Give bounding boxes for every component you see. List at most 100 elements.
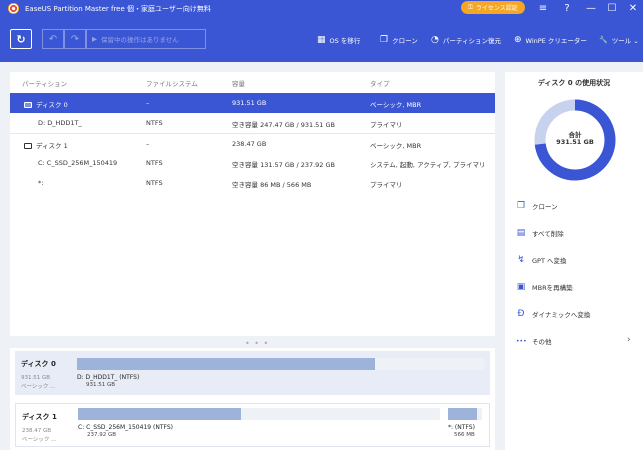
disk-type: ベーシック ...: [21, 384, 56, 390]
disk-size: 931.51 GB: [21, 375, 51, 381]
row-name: C: C_SSD_256M_150419: [38, 159, 118, 167]
row-capacity: 238.47 GB: [232, 140, 267, 148]
row-type: ベーシック, MBR: [370, 142, 422, 150]
undo-button[interactable]: ↶: [42, 29, 64, 49]
row-name: D: D_HDD1T_: [38, 119, 82, 127]
pie-icon: ◔: [431, 34, 439, 45]
column-header-partition[interactable]: パーティション: [22, 78, 67, 88]
partition-table: パーティション ファイルシステム 容量 タイプ ディスク 0 – 931.51 …: [10, 72, 495, 336]
side-action-more[interactable]: ••• その他: [516, 335, 552, 347]
row-filesystem: NTFS: [146, 159, 163, 167]
clone-icon: ❐: [380, 34, 389, 45]
partition-used-fill: [448, 408, 477, 420]
table-row-partition-d[interactable]: D: D_HDD1T_ NTFS 空き容量 247.47 GB / 931.51…: [10, 113, 495, 133]
more-icon: •••: [516, 337, 527, 345]
tools-dropdown[interactable]: 🔧 ツール ⌄: [599, 33, 639, 46]
partition-label: C: C_SSD_256M_150419 (NTFS): [78, 424, 173, 431]
convert-icon: ↯: [517, 255, 525, 265]
table-header: パーティション ファイルシステム 容量 タイプ: [10, 72, 495, 92]
winpe-creator-button[interactable]: ⊕ WinPE クリエーター: [514, 33, 587, 46]
clone-label: クローン: [392, 36, 418, 45]
help-icon[interactable]: ?: [558, 0, 576, 17]
disk-type: ベーシック ...: [22, 437, 57, 443]
row-filesystem: –: [146, 99, 150, 107]
chevron-right-icon[interactable]: ›: [627, 335, 631, 345]
partition-bar-d[interactable]: [77, 358, 485, 370]
redo-icon: ↷: [70, 33, 80, 45]
tools-label: ツール ⌄: [611, 36, 639, 45]
side-action-delete-all[interactable]: ▤ すべて削除: [516, 227, 564, 239]
partition-size: 237.92 GB: [87, 432, 117, 438]
disk-map-disk-1[interactable]: ディスク 1 238.47 GB ベーシック ... C: C_SSD_256M…: [15, 403, 490, 447]
column-header-filesystem[interactable]: ファイルシステム: [146, 78, 198, 88]
row-name: ディスク 1: [24, 140, 68, 150]
close-icon[interactable]: ✕: [624, 0, 642, 17]
column-header-capacity[interactable]: 容量: [232, 78, 245, 88]
clone-icon: ❐: [516, 201, 526, 211]
partition-recovery-label: パーティション復元: [442, 36, 501, 45]
undo-icon: ↶: [48, 33, 58, 45]
dynamic-disk-icon: Ð: [517, 309, 525, 319]
app-logo-icon: [8, 3, 19, 14]
license-label: ライセンス認証: [475, 5, 518, 12]
migrate-os-button[interactable]: ▦ OS を移行: [317, 33, 360, 46]
refresh-button[interactable]: ↻: [10, 29, 32, 49]
side-panel: ディスク 0 の使用状況 合計 931.51 GB ❐ クローン ▤ すべて削除…: [505, 72, 643, 450]
disk-map-disk-0[interactable]: ディスク 0 931.51 GB ベーシック ... D: D_HDD1T_ (…: [15, 351, 490, 395]
partition-used-fill: [77, 358, 375, 370]
disc-icon: ⊕: [514, 34, 522, 45]
partition-label: *: (NTFS): [448, 424, 475, 431]
migrate-os-label: OS を移行: [329, 36, 361, 45]
partition-recovery-button[interactable]: ◔ パーティション復元: [431, 33, 501, 46]
disk-map: ディスク 0 931.51 GB ベーシック ... D: D_HDD1T_ (…: [10, 348, 495, 450]
disk-icon: [24, 102, 32, 108]
row-type: システム, 起動, アクティブ, プライマリ: [370, 161, 486, 169]
play-icon: ▶: [92, 35, 97, 43]
side-action-label: すべて削除: [532, 230, 564, 238]
row-filesystem: NTFS: [146, 179, 163, 187]
side-action-convert-gpt[interactable]: ↯ GPT へ変換: [516, 254, 566, 266]
minimize-icon[interactable]: —: [582, 0, 600, 17]
table-row-partition-star[interactable]: *: NTFS 空き容量 86 MB / 566 MB プライマリ: [10, 173, 495, 193]
row-capacity: 空き容量 86 MB / 566 MB: [232, 181, 312, 189]
row-name: ディスク 0: [24, 99, 68, 109]
disk-name: ディスク 1: [22, 413, 57, 421]
disk-name: ディスク 0: [21, 360, 56, 368]
partition-size: 566 MB: [454, 432, 475, 438]
partition-bar-star[interactable]: [448, 408, 482, 420]
execute-operations-button[interactable]: ▶ 保留中の操作はありません: [86, 29, 206, 49]
key-icon: ⚿: [468, 3, 473, 11]
panel-splitter-handle[interactable]: • • •: [245, 339, 269, 348]
app-title: EaseUS Partition Master free 個・家庭ユーザー向け無…: [25, 4, 211, 13]
row-name: *:: [38, 179, 44, 187]
side-action-label: その他: [532, 338, 552, 346]
disk-usage-title: ディスク 0 の使用状況: [537, 79, 611, 87]
row-type: ベーシック, MBR: [370, 101, 422, 109]
row-capacity: 931.51 GB: [232, 99, 267, 107]
side-action-clone[interactable]: ❐ クローン: [516, 200, 558, 212]
donut-total-size: 931.51 GB: [556, 138, 594, 146]
table-row-partition-c[interactable]: C: C_SSD_256M_150419 NTFS 空き容量 131.57 GB…: [10, 153, 495, 173]
maximize-icon[interactable]: ☐: [603, 0, 621, 17]
column-header-type[interactable]: タイプ: [370, 78, 390, 88]
license-activation-button[interactable]: ⚿ ライセンス認証: [461, 1, 525, 14]
row-capacity: 空き容量 247.47 GB / 931.51 GB: [232, 121, 336, 129]
redo-button[interactable]: ↷: [64, 29, 86, 49]
partition-bar-c[interactable]: [78, 408, 440, 420]
title-bar: EaseUS Partition Master free 個・家庭ユーザー向け無…: [0, 0, 643, 17]
disk-size: 238.47 GB: [22, 428, 52, 434]
delete-all-icon: ▤: [516, 228, 526, 238]
wrench-icon: 🔧: [599, 35, 608, 44]
windows-icon: ▦: [317, 34, 326, 45]
disk-icon: [24, 143, 32, 149]
side-action-convert-dynamic[interactable]: Ð ダイナミックへ変換: [516, 308, 591, 320]
side-action-rebuild-mbr[interactable]: ▣ MBRを再構築: [516, 281, 573, 293]
table-row-disk-1[interactable]: ディスク 1 – 238.47 GB ベーシック, MBR: [10, 133, 495, 153]
clone-button[interactable]: ❐ クローン: [380, 33, 418, 46]
side-action-label: クローン: [532, 203, 558, 211]
table-row-disk-0[interactable]: ディスク 0 – 931.51 GB ベーシック, MBR: [10, 93, 495, 113]
row-type: プライマリ: [370, 181, 403, 189]
execute-label: 保留中の操作はありません: [101, 36, 179, 44]
row-name-text: ディスク 1: [36, 142, 68, 150]
menu-icon[interactable]: ≡: [534, 0, 552, 17]
